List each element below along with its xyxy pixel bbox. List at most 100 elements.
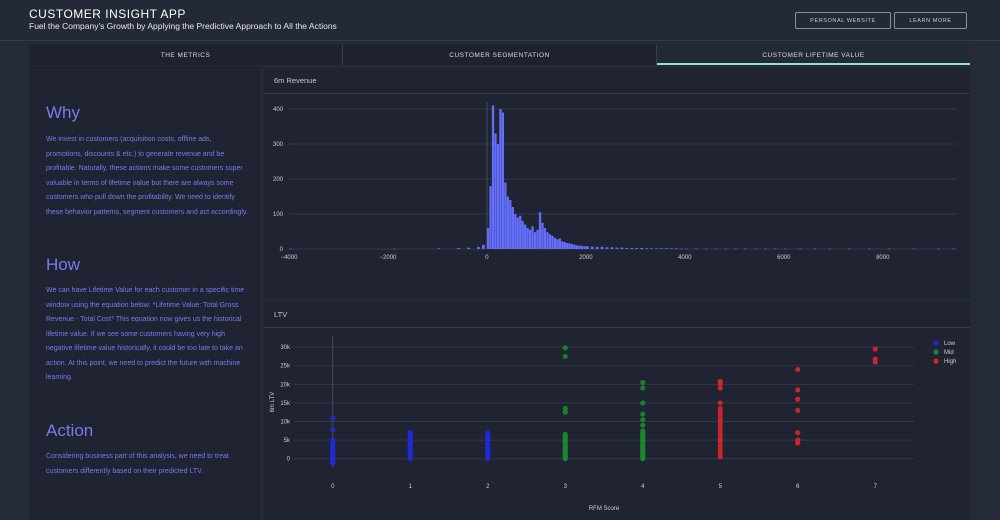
data-point-high <box>795 430 801 436</box>
histogram-bar <box>516 217 519 249</box>
histogram-bar <box>481 244 485 249</box>
histogram-bar <box>494 133 497 249</box>
histogram-bar <box>744 248 747 250</box>
data-point-mid <box>640 411 646 417</box>
histogram-bar <box>724 248 728 250</box>
histogram-bar <box>937 248 940 250</box>
app-subtitle: Fuel the Company's Growth by Applying th… <box>29 21 337 31</box>
legend-label-mid: Mid <box>944 350 954 356</box>
histogram-bar <box>571 244 574 249</box>
histogram-bar <box>650 248 653 249</box>
y-tick-label: 10k <box>280 420 291 426</box>
tab-the-metrics[interactable]: THE METRICS <box>29 45 343 65</box>
data-point-mid <box>562 353 568 360</box>
data-point-mid <box>640 385 646 391</box>
histogram-bar <box>509 200 512 249</box>
histogram-bar <box>437 248 441 249</box>
y-tick-label: 300 <box>273 142 284 148</box>
histogram-title: 6m Revenue <box>274 76 317 85</box>
data-point-high <box>717 405 723 412</box>
data-point-high <box>795 407 801 413</box>
revenue-histogram[interactable]: 0 100 200 300 400 −4000 −2000 0 2000 4000 6000 8000 <box>264 94 970 298</box>
y-axis-title: 6m LTV <box>270 392 276 413</box>
histogram-bar <box>519 215 522 249</box>
data-point-low <box>330 460 336 466</box>
revenue-histogram-card: 6m Revenue 0 100 200 300 400 −4000 −2000 0 2000 4… <box>264 68 970 298</box>
learn-more-button[interactable]: LEARN MORE <box>894 12 967 29</box>
histogram-bar <box>528 229 532 249</box>
histogram-bar <box>828 248 832 250</box>
legend-marker-mid <box>933 349 939 355</box>
histogram-bar <box>548 234 552 249</box>
x-tick-label: 4000 <box>678 255 692 261</box>
data-point-high <box>795 396 801 402</box>
data-point-mid <box>562 405 568 412</box>
histogram-bar <box>541 222 544 249</box>
y-tick-label: 15k <box>280 401 291 407</box>
histogram-bar <box>566 243 569 249</box>
histogram-bar <box>867 248 871 250</box>
histogram-bar <box>583 246 586 249</box>
histogram-bar <box>531 226 534 249</box>
y-tick-label: 400 <box>273 107 284 113</box>
y-tick-label: 25k <box>280 364 291 370</box>
histogram-bar <box>289 248 292 250</box>
histogram-bar <box>670 248 673 249</box>
x-tick-label: 8000 <box>876 255 890 261</box>
histogram-bar <box>546 232 549 249</box>
x-tick-label: 5 <box>719 484 723 490</box>
histogram-bar <box>798 248 802 250</box>
tab-customer-lifetime-value[interactable]: CUSTOMER LIFETIME VALUE <box>657 45 970 65</box>
histogram-bar <box>952 248 955 250</box>
data-point-mid <box>640 400 646 406</box>
ltv-scatter-plot[interactable]: 0 5k 10k 15k 20k 25k 30k 0 1 2 3 4 5 6 7 RFM Score 6m LT… <box>264 328 970 520</box>
histogram-bar <box>575 245 579 249</box>
histogram-bar <box>615 247 619 249</box>
x-tick-label: 1 <box>409 484 413 490</box>
histogram-bar <box>457 247 461 249</box>
y-tick-label: 200 <box>273 177 284 183</box>
y-tick-label: 5k <box>284 438 291 444</box>
data-point-low <box>330 427 336 433</box>
data-point-mid <box>562 431 568 438</box>
charts-area: 6m Revenue 0 100 200 300 400 −4000 −2000 0 2000 4… <box>262 66 970 520</box>
histogram-bar <box>605 247 609 249</box>
histogram-bar <box>563 242 566 249</box>
legend-marker-low <box>933 340 939 346</box>
histogram-bar <box>477 246 480 249</box>
histogram-bar <box>665 248 668 249</box>
scatter-title: LTV <box>274 310 288 319</box>
data-point-high <box>717 400 723 406</box>
data-point-low <box>330 437 336 443</box>
histogram-bar <box>610 247 614 249</box>
data-point-high <box>795 366 801 373</box>
legend-label-high: High <box>944 359 956 365</box>
ltv-scatter-card: LTV 0 5k 10k 15k 20k 25k 30k 0 1 2 3 4 5 6 7 RFM Score 6… <box>264 302 970 520</box>
data-point-high <box>795 437 801 443</box>
data-point-mid <box>562 345 568 351</box>
y-tick-label: 0 <box>287 457 291 463</box>
histogram-bar <box>543 228 547 249</box>
app-title: CUSTOMER INSIGHT APP <box>29 7 186 21</box>
x-tick-label: 0 <box>485 255 489 261</box>
x-tick-label: −2000 <box>380 255 398 261</box>
data-point-low <box>485 430 491 436</box>
x-tick-label: −4000 <box>281 255 299 261</box>
histogram-bar <box>620 247 624 249</box>
histogram-bar <box>486 228 490 249</box>
histogram-bar <box>553 237 556 249</box>
x-tick-label: 7 <box>874 484 878 490</box>
how-text: We can have Lifetime Value for each cust… <box>46 287 245 381</box>
legend-marker-high <box>933 358 939 364</box>
histogram-bar <box>538 212 542 249</box>
personal-website-button[interactable]: PERSONAL WEBSITE <box>795 12 891 29</box>
histogram-bar <box>551 235 554 249</box>
histogram-bar <box>714 248 718 250</box>
legend-label-low: Low <box>944 341 956 347</box>
x-tick-label: 4 <box>641 484 645 490</box>
histogram-bar <box>580 245 584 249</box>
action-text: Considering business part of this analys… <box>46 453 229 475</box>
histogram-bar <box>578 245 581 249</box>
tab-customer-segmentation[interactable]: CUSTOMER SEGMENTATION <box>343 45 657 65</box>
histogram-bar <box>526 228 529 249</box>
